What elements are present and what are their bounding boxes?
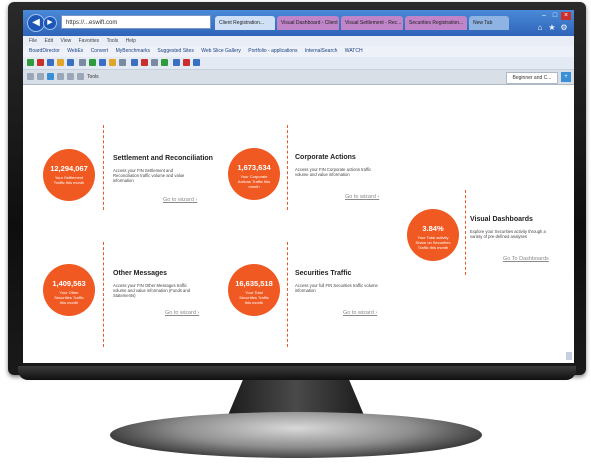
divider	[287, 242, 288, 347]
corporate-actions-stat-circle: 1,673,634 Your Corporate Actions Traffic…	[228, 148, 280, 200]
menu-item-file[interactable]: File	[29, 38, 37, 44]
stat-number: 3.84%	[422, 224, 444, 233]
toolbar-icon[interactable]	[67, 73, 74, 80]
toolbar-icon[interactable]	[57, 73, 64, 80]
card-description: Access your FIN Corporate actions traffi…	[295, 167, 372, 177]
securities-traffic-stat-circle: 16,635,518 Your Total Securities Traffic…	[228, 264, 280, 316]
favorite-link[interactable]: WebEx	[67, 48, 83, 54]
stat-caption: Your Total activity Share on Securities …	[415, 235, 451, 250]
favorites-bar: BoardDirector WebEx Convert MyBenchmarks…	[23, 46, 574, 57]
go-to-wizard-link[interactable]: Go to wizard ›	[165, 310, 199, 316]
stat-number: 12,294,067	[50, 164, 88, 173]
menu-item-tools[interactable]: Tools	[107, 38, 119, 44]
divider	[103, 125, 104, 210]
stat-number: 1,673,634	[237, 163, 271, 172]
tool-icon[interactable]	[141, 59, 148, 66]
monitor-screen: ◀ ▶ https://...eswift.com Client Registr…	[23, 10, 574, 363]
stat-number: 1,409,563	[52, 279, 86, 288]
toolbar-icon[interactable]	[47, 73, 54, 80]
tool-icon[interactable]	[151, 59, 158, 66]
tool-icon[interactable]	[131, 59, 138, 66]
browser-tab[interactable]: New Tab	[469, 16, 509, 30]
add-icon[interactable]: +	[561, 72, 571, 82]
browser-tab[interactable]: Visual Dashboard - Client	[277, 16, 339, 30]
favorite-link[interactable]: MyBenchmarks	[116, 48, 150, 54]
divider	[103, 242, 104, 347]
menu-item-favorites[interactable]: Favorites	[79, 38, 100, 44]
other-messages-stat-circle: 1,409,563 Your Other Securities Traffic …	[43, 264, 95, 316]
favorites-star-icon[interactable]: ★	[547, 24, 557, 32]
tool-icon[interactable]	[79, 59, 86, 66]
toolbar-icon[interactable]	[37, 73, 44, 80]
monitor-stand	[110, 412, 482, 458]
card-description: Access your full FIN Securities traffic …	[295, 283, 378, 293]
tool-icon[interactable]	[183, 59, 190, 66]
menu-bar: File Edit View Favorites Tools Help	[23, 36, 574, 46]
stat-number: 16,635,518	[235, 279, 273, 288]
go-to-wizard-link[interactable]: Go to wizard ›	[343, 310, 377, 316]
favorite-link[interactable]: Convert	[91, 48, 109, 54]
tool-icon[interactable]	[109, 59, 116, 66]
tool-icon[interactable]	[119, 59, 126, 66]
tool-icon[interactable]	[57, 59, 64, 66]
toolbar-icon[interactable]	[77, 73, 84, 80]
go-to-wizard-link[interactable]: Go to wizard ›	[163, 197, 197, 203]
menu-item-help[interactable]: Help	[126, 38, 136, 44]
favorite-link[interactable]: Portfolio - applications	[248, 48, 297, 54]
minimize-icon[interactable]: –	[539, 12, 549, 20]
stat-caption: Your Other Securities Traffic this month	[54, 290, 84, 305]
tool-icon[interactable]	[47, 59, 54, 66]
app-tab[interactable]: Beginner and C...	[506, 72, 558, 84]
home-icon[interactable]: ⌂	[535, 24, 545, 32]
favorite-link[interactable]: Suggested Sites	[157, 48, 193, 54]
menu-item-view[interactable]: View	[60, 38, 71, 44]
scrollbar[interactable]	[566, 352, 572, 360]
tool-icon[interactable]	[67, 59, 74, 66]
card-title: Corporate Actions	[295, 154, 356, 161]
monitor-chin	[18, 366, 576, 380]
card-title: Securities Traffic	[295, 270, 352, 277]
dashboard-stat-circle: 3.84% Your Total activity Share on Secur…	[407, 209, 459, 261]
tool-icon[interactable]	[161, 59, 168, 66]
tool-icon[interactable]	[173, 59, 180, 66]
app-toolbar: Tools Beginner and C... +	[23, 70, 574, 85]
go-to-wizard-link[interactable]: Go to wizard ›	[345, 194, 379, 200]
card-description: Access your FIN Settlement and Reconcili…	[113, 168, 185, 183]
stat-caption: Your Total Securities Traffic this month	[239, 290, 269, 305]
browser-tab[interactable]: Securities Registration...	[405, 16, 467, 30]
browser-tab[interactable]: Visual Settlement - Rec...	[341, 16, 403, 30]
stop-icon[interactable]	[37, 59, 44, 66]
tool-icon[interactable]	[99, 59, 106, 66]
card-description: Explore your Securities activity through…	[470, 229, 546, 239]
maximize-icon[interactable]: □	[550, 12, 560, 20]
favorite-link[interactable]: InternalSearch	[305, 48, 338, 54]
settlement-stat-circle: 12,294,067 Your Settlement Traffic this …	[43, 149, 95, 201]
refresh-icon[interactable]	[27, 59, 34, 66]
gear-icon[interactable]: ⚙	[559, 24, 569, 32]
toolbar-icon[interactable]	[27, 73, 34, 80]
favorite-link[interactable]: BoardDirector	[29, 48, 60, 54]
card-title: Visual Dashboards	[470, 216, 533, 223]
divider	[287, 125, 288, 210]
card-description: Access your FIN Other Messages traffic v…	[113, 283, 191, 298]
forward-icon[interactable]: ▶	[43, 16, 57, 30]
icon-toolbar	[23, 57, 574, 70]
stat-caption: Your Corporate Actions Traffic this mont…	[237, 174, 271, 189]
address-bar[interactable]: https://...eswift.com	[61, 15, 211, 29]
menu-item-edit[interactable]: Edit	[44, 38, 53, 44]
favorite-link[interactable]: Web Slice Gallery	[201, 48, 241, 54]
divider	[465, 190, 466, 275]
tool-icon[interactable]	[193, 59, 200, 66]
stat-caption: Your Settlement Traffic this month	[53, 175, 85, 185]
card-title: Other Messages	[113, 270, 168, 277]
browser-titlebar: ◀ ▶ https://...eswift.com Client Registr…	[23, 10, 574, 36]
tools-label[interactable]: Tools	[87, 70, 99, 84]
card-title: Settlement and Reconciliation	[113, 155, 213, 162]
go-to-dashboards-link[interactable]: Go To Dashboards	[503, 256, 549, 262]
favorite-link[interactable]: WATCH	[345, 48, 363, 54]
tool-icon[interactable]	[89, 59, 96, 66]
browser-tab[interactable]: Client Registration...	[215, 16, 275, 30]
close-icon[interactable]: ×	[561, 12, 571, 20]
